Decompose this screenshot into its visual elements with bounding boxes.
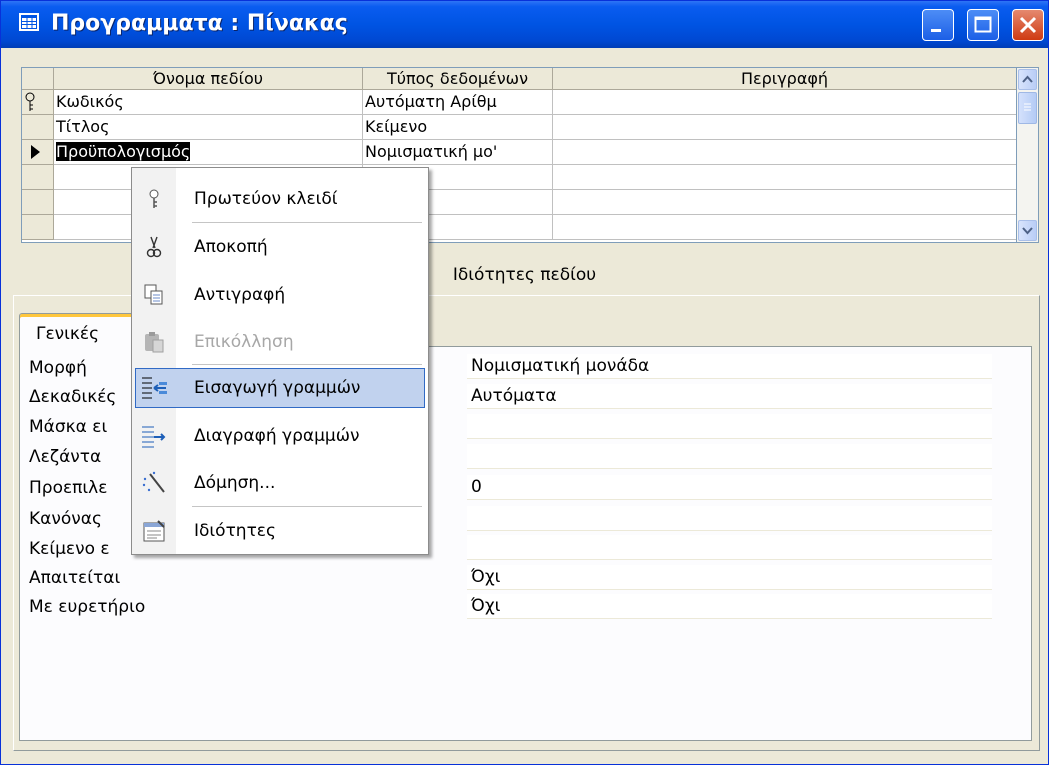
property-value[interactable]: 0 — [467, 475, 992, 500]
close-button[interactable] — [1012, 9, 1044, 41]
property-value[interactable] — [467, 535, 992, 560]
delete-rows-icon — [142, 426, 166, 448]
field-name-cell[interactable]: Τίτλος — [54, 115, 363, 140]
field-name-cell[interactable]: Κωδικός — [54, 90, 363, 115]
menu-item-build[interactable]: Δόμηση... — [132, 464, 428, 502]
property-value[interactable]: Όχι — [467, 565, 992, 590]
insert-rows-icon — [142, 377, 167, 399]
row-selector[interactable] — [22, 140, 54, 165]
property-value[interactable]: Αυτόματα — [467, 384, 992, 409]
menu-item-label: Επικόλληση — [194, 332, 294, 352]
data-type-cell[interactable]: Νομισματική μο' — [363, 140, 553, 165]
scroll-down-button[interactable] — [1018, 220, 1037, 241]
row-selector[interactable] — [22, 115, 54, 140]
property-name: Προεπιλε — [29, 478, 108, 498]
row-selector[interactable] — [22, 165, 54, 190]
property-value[interactable] — [467, 444, 992, 469]
description-cell[interactable] — [553, 115, 1017, 140]
menu-item-primary-key[interactable]: Πρωτεύον κλειδί — [132, 180, 428, 218]
menu-separator — [192, 222, 422, 223]
close-icon — [1019, 16, 1037, 34]
description-cell[interactable] — [553, 165, 1017, 190]
maximize-icon — [974, 16, 992, 33]
scroll-thumb[interactable] — [1018, 92, 1037, 124]
description-cell[interactable] — [553, 90, 1017, 115]
chevron-down-icon — [1022, 227, 1033, 235]
scroll-up-button[interactable] — [1018, 69, 1037, 90]
primary-key-icon — [25, 92, 35, 111]
table-design-window: Προγραμματα : Πίνακας Όνομα πεδίου Τύπος… — [0, 0, 1049, 765]
column-header-description[interactable]: Περιγραφή — [553, 68, 1017, 90]
property-value[interactable]: Νομισματική μονάδα — [467, 354, 992, 379]
table-icon — [19, 13, 39, 31]
menu-item-label: Πρωτεύον κλειδί — [194, 189, 338, 209]
column-header-data-type[interactable]: Τύπος δεδομένων — [363, 68, 553, 90]
property-value[interactable] — [467, 506, 992, 531]
menu-item-delete-rows[interactable]: Διαγραφή γραμμών — [132, 417, 428, 455]
menu-item-label: Εισαγωγή γραμμών — [194, 378, 361, 398]
tab-general[interactable]: Γενικές — [19, 313, 141, 348]
tab-general-label: Γενικές — [36, 324, 100, 344]
maximize-button[interactable] — [967, 9, 999, 41]
property-name: Λεζάντα — [29, 447, 102, 467]
menu-item-insert-rows[interactable]: Εισαγωγή γραμμών — [135, 368, 425, 408]
menu-item-properties[interactable]: Ιδιότητες — [132, 512, 428, 550]
data-type-cell[interactable]: Αυτόματη Αρίθμ — [363, 90, 553, 115]
title-bar[interactable]: Προγραμματα : Πίνακας — [1, 1, 1048, 48]
menu-item-label: Διαγραφή γραμμών — [194, 426, 360, 446]
data-type-cell[interactable]: Κείμενο — [363, 115, 553, 140]
menu-separator — [192, 506, 422, 507]
property-value[interactable]: Όχι — [467, 594, 992, 619]
menu-item-label: Δόμηση... — [194, 473, 276, 493]
current-row-arrow-icon — [31, 145, 40, 159]
property-name: Κείμενο ε — [29, 539, 110, 559]
grip-icon — [1024, 103, 1031, 111]
minimize-button[interactable] — [922, 9, 954, 41]
row-selector[interactable] — [22, 215, 54, 240]
property-name: Μορφή — [29, 358, 87, 378]
key-icon — [149, 189, 159, 208]
property-name: Δεκαδικές — [29, 387, 117, 407]
property-name: Κανόνας — [29, 509, 102, 529]
menu-item-copy[interactable]: Αντιγραφή — [132, 276, 428, 314]
minimize-icon — [931, 29, 941, 32]
build-wand-icon — [142, 471, 165, 493]
chevron-up-icon — [1022, 75, 1033, 83]
column-header-field-name[interactable]: Όνομα πεδίου — [54, 68, 363, 90]
grid-vertical-scrollbar[interactable] — [1016, 67, 1039, 243]
description-cell[interactable] — [553, 215, 1017, 240]
menu-item-paste[interactable]: Επικόλληση — [132, 323, 428, 361]
window-title: Προγραμματα : Πίνακας — [51, 11, 348, 36]
property-name: Μάσκα ει — [29, 417, 108, 437]
row-selector[interactable] — [22, 90, 54, 115]
field-name-cell[interactable]: Προϋπολογισμός — [54, 140, 363, 165]
row-selector[interactable] — [22, 190, 54, 215]
context-menu: Πρωτεύον κλειδί Αποκοπή Αντιγραφή Επικόλ… — [131, 167, 429, 555]
menu-item-cut[interactable]: Αποκοπή — [132, 228, 428, 266]
description-cell[interactable] — [553, 190, 1017, 215]
property-name: Απαιτείται — [29, 568, 121, 588]
menu-item-label: Αποκοπή — [194, 237, 268, 257]
copy-icon — [144, 284, 163, 305]
description-cell[interactable] — [553, 140, 1017, 165]
paste-icon — [145, 332, 164, 353]
menu-separator — [192, 364, 422, 365]
menu-item-label: Ιδιότητες — [194, 521, 276, 541]
grid-corner — [22, 68, 54, 90]
property-name: Με ευρετήριο — [29, 597, 146, 617]
property-value[interactable] — [467, 414, 992, 439]
scissors-icon — [146, 236, 162, 258]
menu-item-label: Αντιγραφή — [194, 285, 286, 305]
selected-field-name: Προϋπολογισμός — [56, 142, 191, 161]
properties-icon — [143, 520, 165, 542]
